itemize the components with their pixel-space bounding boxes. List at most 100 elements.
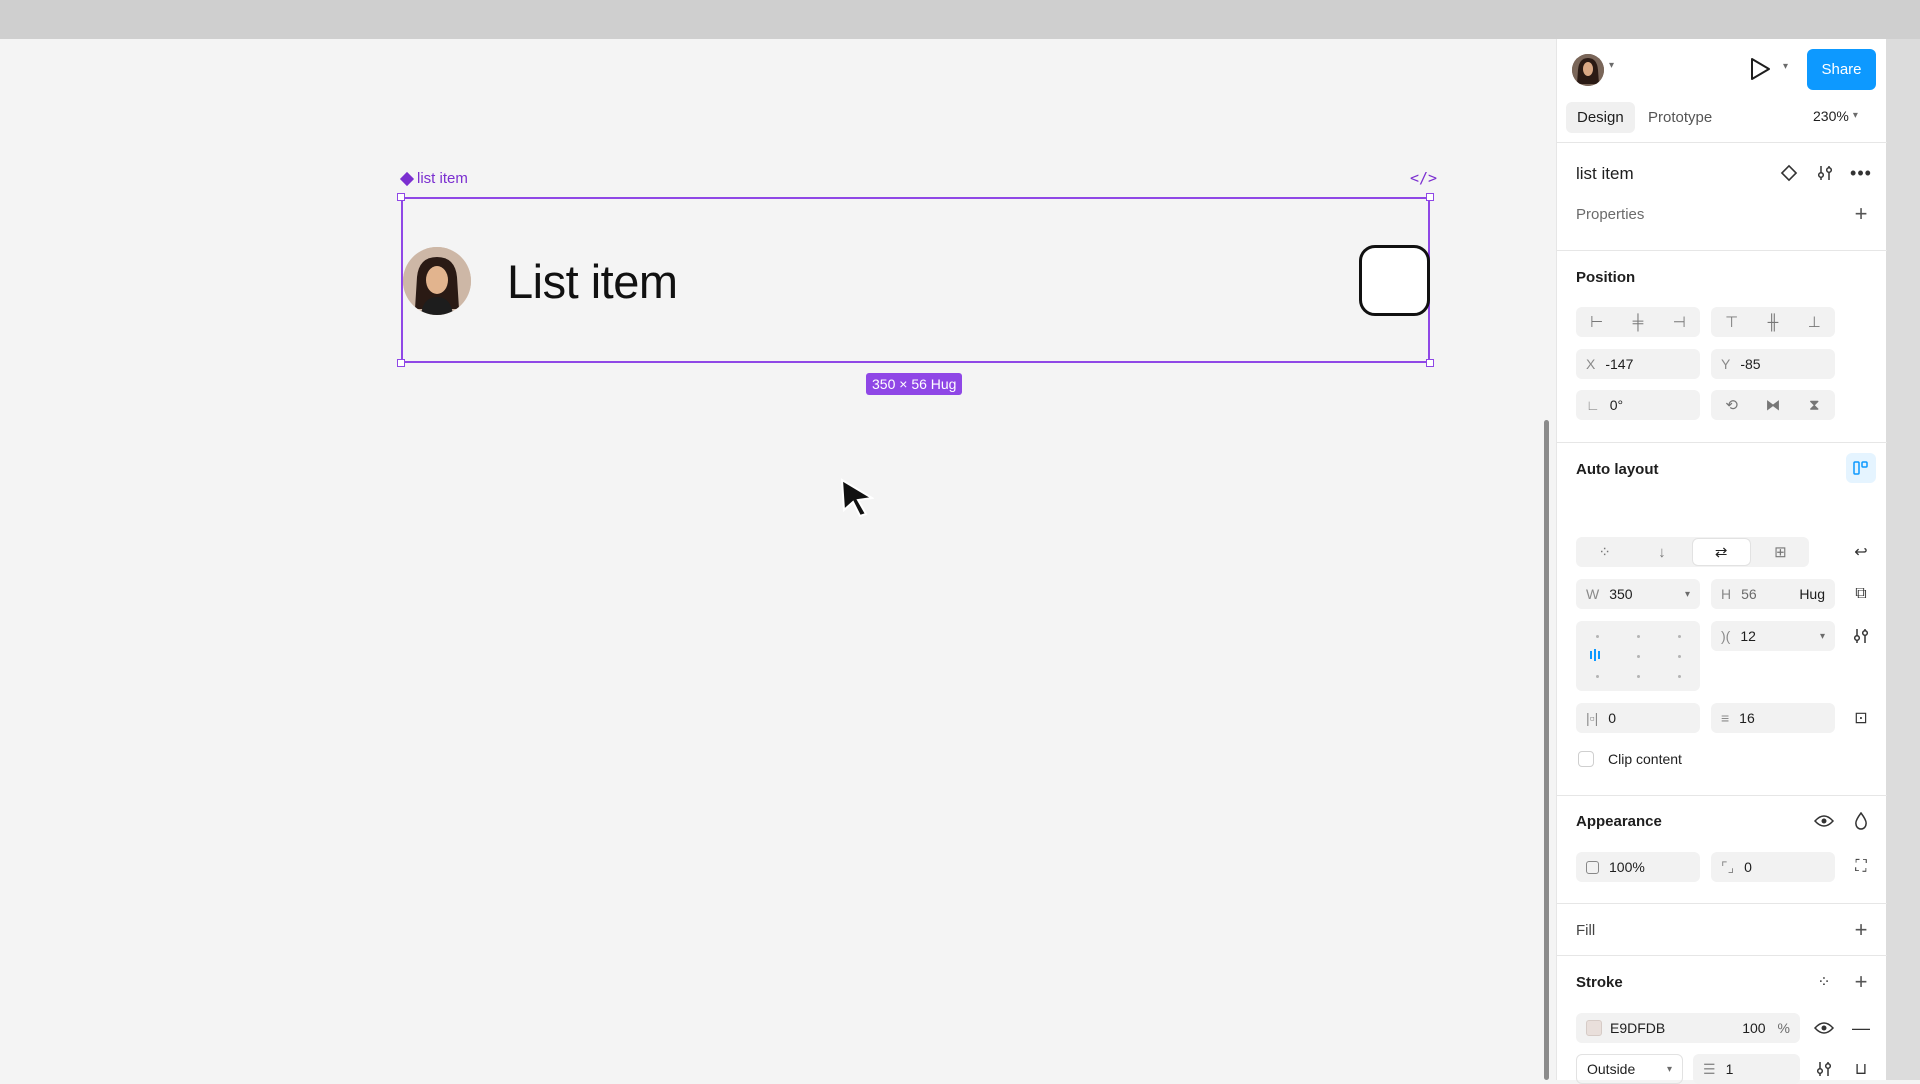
layout-settings-icon[interactable]	[1846, 621, 1876, 651]
align-left-icon[interactable]: ⊢	[1576, 307, 1617, 337]
remove-stroke-icon[interactable]: —	[1846, 1013, 1876, 1043]
opacity-icon	[1586, 860, 1599, 874]
horizontal-padding-field[interactable]: |▫| 0	[1576, 703, 1700, 733]
transform-group[interactable]: ⟲ ⧓ ⧗	[1711, 390, 1835, 420]
add-property-icon[interactable]: +	[1846, 199, 1876, 229]
stroke-weight-value: 1	[1725, 1061, 1734, 1077]
horizontal-padding-icon: |▫|	[1586, 710, 1599, 726]
opacity-value: 100%	[1609, 859, 1645, 875]
align-bottom-icon[interactable]: ⊥	[1794, 307, 1835, 337]
stroke-color-field[interactable]: E9DFDB 100 %	[1576, 1013, 1800, 1043]
resize-handle-top-left[interactable]	[397, 193, 405, 201]
resize-constraints-icon[interactable]: ⧉	[1846, 579, 1876, 609]
width-chevron-icon[interactable]: ▾	[1685, 589, 1690, 600]
stroke-visibility-eye-icon[interactable]	[1809, 1013, 1839, 1043]
style-library-icon[interactable]: ⁘	[1809, 967, 1839, 997]
resize-handle-bottom-left[interactable]	[397, 359, 405, 367]
list-item-trailing-box[interactable]	[1359, 245, 1430, 316]
user-avatar[interactable]	[1572, 54, 1604, 86]
component-diamond-icon[interactable]	[1774, 158, 1804, 188]
list-item-text[interactable]: List item	[507, 254, 678, 309]
layout-direction-group[interactable]: ⁘ ↓ ⇄ ⊞	[1576, 537, 1809, 567]
align-center-h-icon[interactable]: ╪	[1617, 307, 1658, 337]
vertical-align-group[interactable]: ⊤ ╫ ⊥	[1711, 307, 1835, 337]
position-title: Position	[1576, 269, 1636, 286]
width-field[interactable]: W 350 ▾	[1576, 579, 1700, 609]
angle-icon: ∟	[1586, 397, 1600, 413]
auto-layout-toggle-icon[interactable]	[1846, 453, 1876, 483]
clip-content-label: Clip content	[1608, 751, 1682, 767]
list-item-avatar[interactable]	[403, 247, 471, 315]
horizontal-align-group[interactable]: ⊢ ╪ ⊣	[1576, 307, 1700, 337]
independent-corners-icon[interactable]: ⛶	[1846, 852, 1876, 882]
resize-handle-bottom-right[interactable]	[1426, 359, 1434, 367]
y-label: Y	[1721, 356, 1731, 372]
code-icon[interactable]: </>	[1410, 169, 1437, 187]
h-label: H	[1721, 586, 1732, 602]
layer-name[interactable]: list item	[1576, 164, 1634, 184]
stroke-weight-icon: ☰	[1703, 1060, 1716, 1077]
layout-freeform-icon[interactable]: ⁘	[1576, 537, 1633, 567]
visibility-eye-icon[interactable]	[1809, 806, 1839, 836]
stroke-swatch[interactable]	[1586, 1020, 1602, 1036]
x-label: X	[1586, 356, 1596, 372]
resize-handle-top-right[interactable]	[1426, 193, 1434, 201]
layout-grid-icon[interactable]: ⊞	[1752, 537, 1809, 567]
flip-horizontal-icon[interactable]: ⧓	[1752, 390, 1793, 420]
share-button[interactable]: Share	[1807, 49, 1876, 90]
present-play-icon[interactable]	[1749, 57, 1771, 86]
corner-radius-field[interactable]: ⌜⌟ 0	[1711, 852, 1835, 882]
gap-chevron-icon[interactable]: ▾	[1820, 631, 1825, 642]
flip-vertical-icon[interactable]: ⧗	[1794, 390, 1835, 420]
user-menu-chevron-icon[interactable]: ▾	[1609, 60, 1614, 71]
tab-prototype[interactable]: Prototype	[1637, 102, 1723, 133]
gap-field[interactable]: )( 12 ▾	[1711, 621, 1835, 651]
divider	[1557, 903, 1887, 904]
canvas-scrollbar[interactable]	[1544, 420, 1549, 1080]
x-value: -147	[1605, 356, 1634, 372]
x-field[interactable]: X -147	[1576, 349, 1700, 379]
zoom-control[interactable]: 230% ▾	[1813, 108, 1858, 124]
appearance-title: Appearance	[1576, 813, 1662, 830]
individual-padding-icon[interactable]: ⊡	[1846, 703, 1876, 733]
tab-design[interactable]: Design	[1566, 102, 1635, 133]
adjust-sliders-icon[interactable]	[1810, 158, 1840, 188]
layout-horizontal-icon[interactable]: ⇄	[1692, 539, 1750, 565]
opacity-field[interactable]: 100%	[1576, 852, 1700, 882]
stroke-title: Stroke	[1576, 974, 1623, 991]
add-stroke-icon[interactable]: +	[1846, 967, 1876, 997]
align-middle-icon[interactable]: ╫	[1752, 307, 1793, 337]
vertical-padding-field[interactable]: ≡ 16	[1711, 703, 1835, 733]
layout-vertical-icon[interactable]: ↓	[1633, 537, 1690, 567]
canvas[interactable]	[0, 39, 1556, 1080]
fill-title: Fill	[1576, 922, 1596, 939]
stroke-position-chevron-icon: ▾	[1666, 1063, 1672, 1075]
align-top-icon[interactable]: ⊤	[1711, 307, 1752, 337]
clip-content-row[interactable]: Clip content	[1578, 751, 1682, 767]
stroke-position-value: Outside	[1587, 1061, 1636, 1077]
wrap-icon[interactable]: ↩	[1846, 537, 1876, 567]
divider	[1557, 142, 1887, 143]
y-field[interactable]: Y -85	[1711, 349, 1835, 379]
rotation-field[interactable]: ∟ 0°	[1576, 390, 1700, 420]
h-mode[interactable]: Hug	[1799, 586, 1825, 602]
clip-content-checkbox[interactable]	[1578, 751, 1594, 767]
y-value: -85	[1740, 356, 1761, 372]
align-right-icon[interactable]: ⊣	[1659, 307, 1700, 337]
blend-mode-drop-icon[interactable]	[1846, 806, 1876, 836]
padding-h-value: 0	[1608, 710, 1617, 726]
top-bar	[0, 0, 1920, 39]
auto-layout-title: Auto layout	[1576, 461, 1659, 478]
mouse-cursor-icon	[840, 478, 875, 523]
zoom-chevron-icon: ▾	[1852, 110, 1858, 121]
window-edge	[1886, 39, 1920, 1080]
add-fill-icon[interactable]: +	[1846, 915, 1876, 945]
frame-label-text: list item	[417, 170, 468, 187]
present-options-chevron-icon[interactable]: ▾	[1783, 61, 1788, 72]
w-label: W	[1586, 586, 1600, 602]
frame-label[interactable]: list item	[399, 170, 468, 187]
rotate-icon[interactable]: ⟲	[1711, 390, 1752, 420]
alignment-grid[interactable]	[1576, 621, 1700, 691]
more-options-icon[interactable]: •••	[1846, 158, 1876, 188]
height-field[interactable]: H 56 Hug	[1711, 579, 1835, 609]
